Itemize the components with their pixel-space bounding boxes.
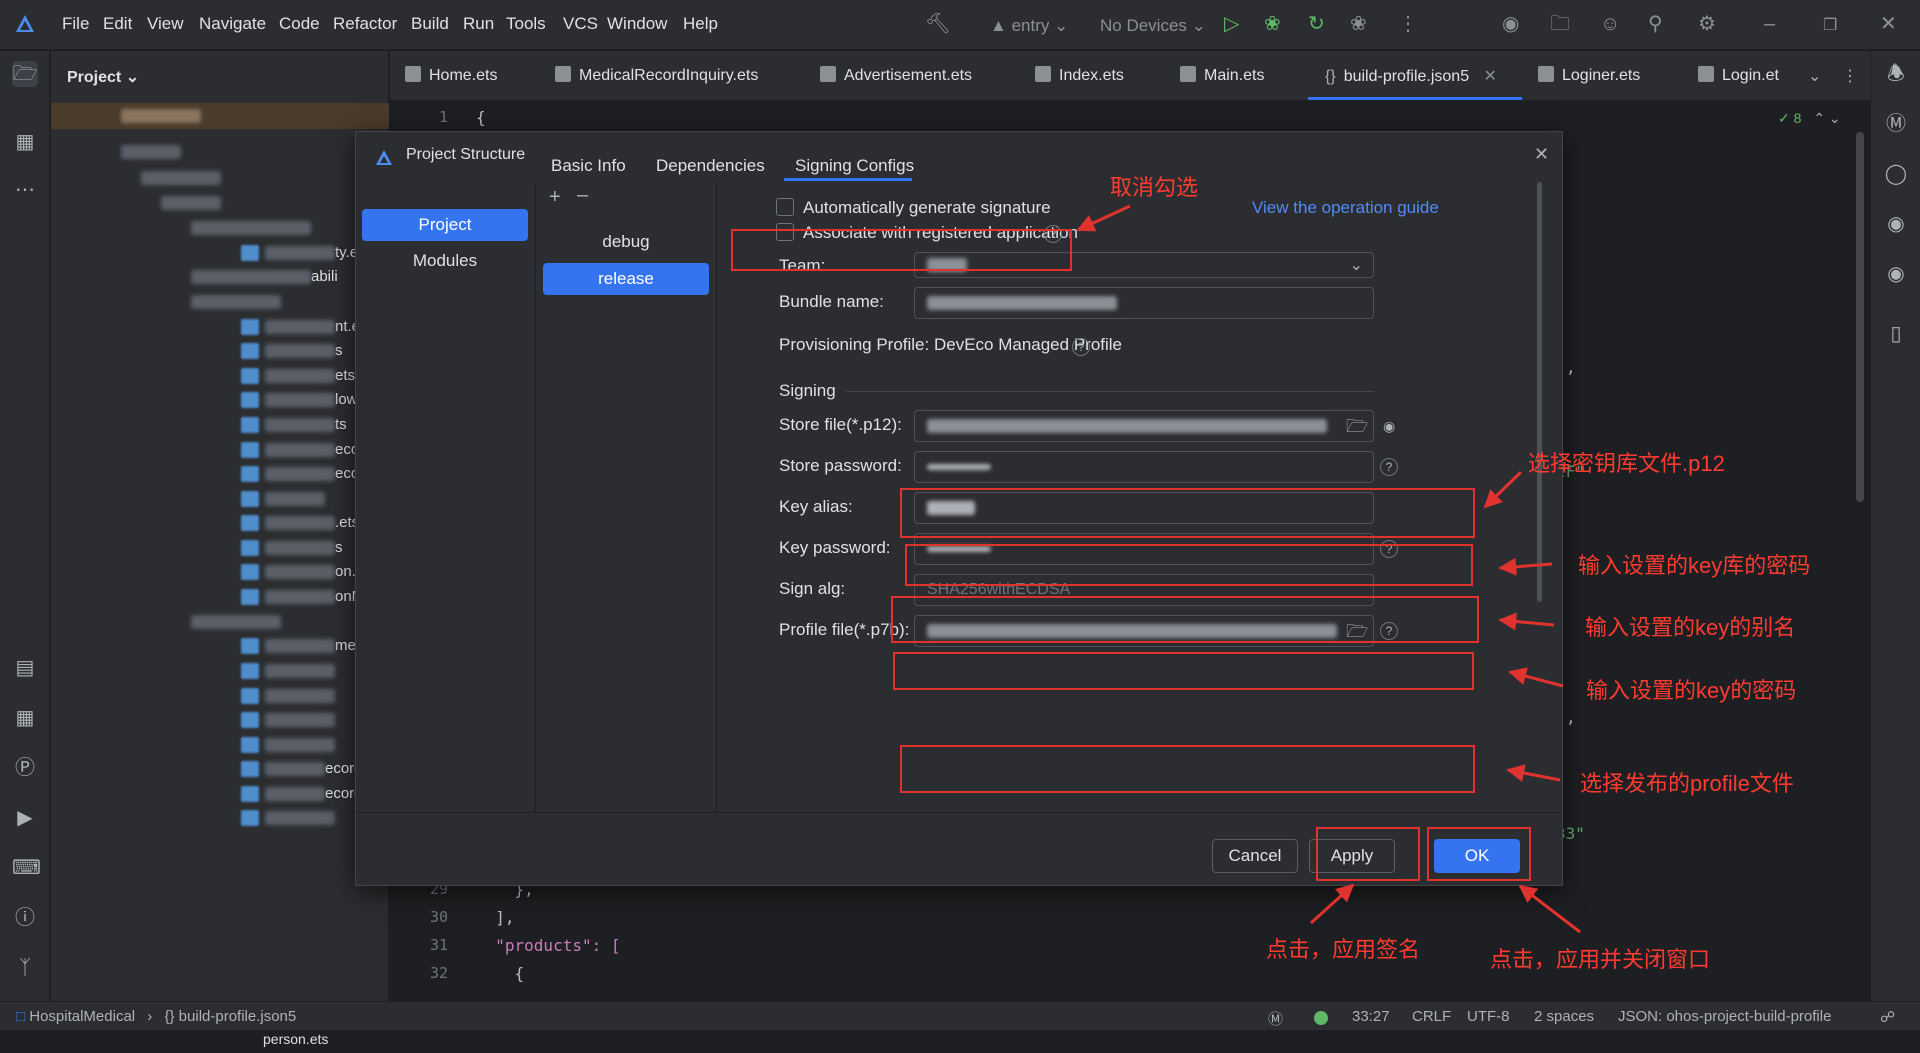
annotation-arrows [1076,204,1581,934]
arrow-to-key-password [1508,667,1564,688]
arrow-to-store-file [1483,470,1523,509]
annotation-apply: 点击，应用签名 [1266,937,1421,962]
annotation-key-alias: 输入设置的key的别名 [1585,615,1796,640]
annotation-p12: 选择密钥库文件.p12 [1528,451,1725,476]
annotation-key-password: 输入设置的key的密码 [1586,678,1797,703]
annotation-profile-file: 选择发布的profile文件 [1580,771,1794,796]
arrow-to-key-alias [1498,612,1555,631]
arrow-to-profile-file [1506,764,1561,782]
arrow-to-ok [1518,884,1581,934]
annotation-store-password: 输入设置的key库的密码 [1578,553,1811,578]
arrow-to-store-password [1498,557,1553,576]
annotation-uncheck: 取消勾选 [1110,175,1199,200]
tree-item-label: person.ets [263,1031,329,1047]
annotation-ok: 点击，应用并关闭窗口 [1490,947,1711,972]
tree-item[interactable]: person.ets [263,1031,328,1053]
arrow-to-apply [1309,883,1355,925]
arrow-to-auto-sign [1076,204,1131,232]
